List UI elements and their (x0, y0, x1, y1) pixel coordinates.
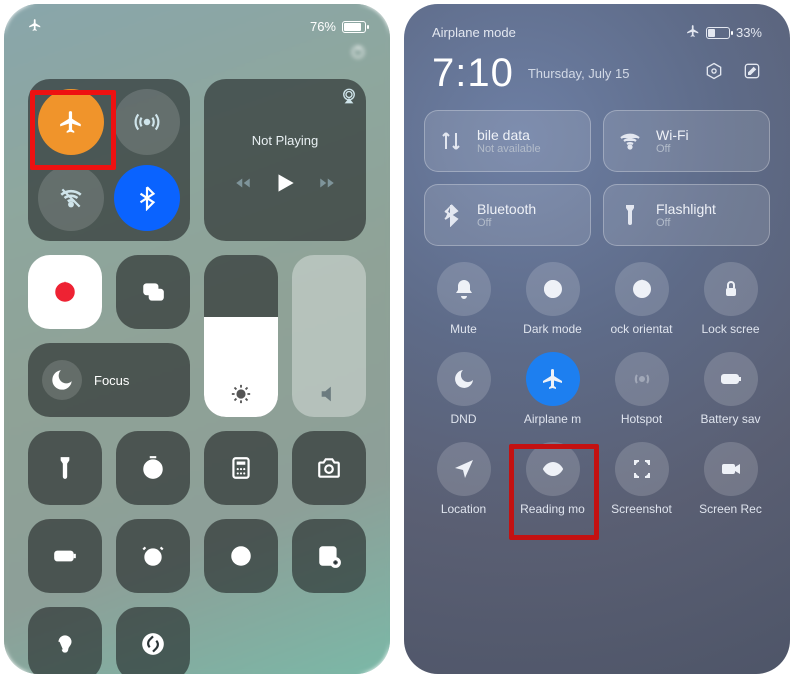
hearing-button[interactable] (28, 607, 102, 674)
clock-row: 7:10 Thursday, July 15 (404, 45, 790, 106)
airplane-mode-toggle[interactable]: Airplane m (511, 352, 594, 426)
tile-title: Wi-Fi (656, 127, 689, 143)
screen-mirroring-button[interactable] (116, 255, 190, 329)
play-icon[interactable] (272, 170, 298, 201)
cellular-data-toggle[interactable] (114, 89, 180, 155)
clock-label: 7:10 (432, 51, 514, 96)
toggle-label: Airplane m (524, 412, 581, 426)
connectivity-panel (28, 79, 190, 241)
screenshot-toggle[interactable]: Screenshot (600, 442, 683, 516)
battery-percentage-label: 33% (736, 25, 762, 40)
toggle-label: Mute (450, 322, 477, 336)
tile-title: Flashlight (656, 201, 716, 217)
edit-icon[interactable] (742, 61, 762, 86)
airplay-icon[interactable] (340, 87, 358, 110)
toggle-label: Dark mode (523, 322, 582, 336)
low-power-mode-button[interactable] (28, 519, 102, 593)
lock-screen-toggle[interactable]: Lock scree (689, 262, 772, 336)
orientation-lock-toggle[interactable] (28, 255, 102, 329)
shazam-button[interactable] (116, 607, 190, 674)
location-toggle[interactable]: Location (422, 442, 505, 516)
toggle-label: Reading mo (520, 502, 585, 516)
bluetooth-toggle[interactable] (114, 165, 180, 231)
brightness-slider[interactable] (204, 255, 278, 417)
calculator-button[interactable] (204, 431, 278, 505)
android-quick-settings: Airplane mode 33% 7:10 Thursday, July 15… (404, 4, 790, 674)
camera-button[interactable] (292, 431, 366, 505)
airplane-mode-status-icon (686, 24, 700, 41)
focus-button[interactable]: Focus (28, 343, 190, 417)
toggle-label: ock orientat (610, 322, 672, 336)
dark-mode-toggle[interactable]: Dark mode (511, 262, 594, 336)
toggle-label: Hotspot (621, 412, 662, 426)
toggle-label: Screenshot (611, 502, 672, 516)
ios-control-center: 76% (4, 4, 390, 674)
battery-saver-toggle[interactable]: Battery sav (689, 352, 772, 426)
toggle-label: Screen Rec (699, 502, 762, 516)
settings-icon[interactable] (704, 61, 724, 86)
orientation-lock-toggle[interactable]: ock orientat (600, 262, 683, 336)
hotspot-toggle[interactable]: Hotspot (600, 352, 683, 426)
airplane-mode-status-icon (28, 18, 42, 35)
wifi-tile[interactable]: Wi-FiOff (603, 110, 770, 172)
tile-title: Bluetooth (477, 201, 536, 217)
brightness-icon (204, 383, 278, 405)
orientation-lock-status-row (4, 41, 390, 65)
tile-subtitle: Off (656, 217, 716, 229)
toggle-label: DND (451, 412, 477, 426)
quick-note-button[interactable] (292, 519, 366, 593)
reading-mode-toggle[interactable]: Reading mo (511, 442, 594, 516)
bluetooth-tile[interactable]: BluetoothOff (424, 184, 591, 246)
forward-icon[interactable] (318, 174, 336, 197)
airplane-mode-toggle[interactable] (38, 89, 104, 155)
flashlight-button[interactable] (28, 431, 102, 505)
rewind-icon[interactable] (234, 174, 252, 197)
quick-settings-grid: Mute Dark mode ock orientat Lock scree D… (404, 250, 790, 528)
screen-record-toggle[interactable]: Screen Rec (689, 442, 772, 516)
volume-slider[interactable] (292, 255, 366, 417)
primary-tiles-grid: bile dataNot available Wi-FiOff Bluetoot… (404, 106, 790, 250)
mobile-data-tile[interactable]: bile dataNot available (424, 110, 591, 172)
flashlight-tile[interactable]: FlashlightOff (603, 184, 770, 246)
volume-icon (292, 383, 366, 405)
mute-toggle[interactable]: Mute (422, 262, 505, 336)
battery-icon (342, 21, 366, 33)
screen-record-button[interactable] (204, 519, 278, 593)
date-label: Thursday, July 15 (528, 66, 630, 81)
orientation-lock-status-icon (350, 44, 366, 65)
wifi-toggle[interactable] (38, 165, 104, 231)
alarm-button[interactable] (116, 519, 190, 593)
tile-subtitle: Not available (477, 143, 541, 155)
toggle-label: Lock scree (701, 322, 759, 336)
toggle-label: Battery sav (700, 412, 760, 426)
battery-icon (706, 27, 730, 39)
tile-title: bile data (477, 127, 541, 143)
media-playback-panel[interactable]: Not Playing (204, 79, 366, 241)
dnd-toggle[interactable]: DND (422, 352, 505, 426)
tile-subtitle: Off (656, 143, 689, 155)
airplane-mode-status-label: Airplane mode (432, 25, 516, 40)
ios-statusbar: 76% (4, 4, 390, 41)
battery-percentage-label: 76% (310, 19, 336, 34)
moon-icon (42, 360, 82, 400)
focus-label: Focus (94, 373, 129, 388)
timer-button[interactable] (116, 431, 190, 505)
media-title-label: Not Playing (252, 133, 318, 148)
tile-subtitle: Off (477, 217, 536, 229)
toggle-label: Location (441, 502, 486, 516)
android-statusbar: Airplane mode 33% (404, 4, 790, 45)
